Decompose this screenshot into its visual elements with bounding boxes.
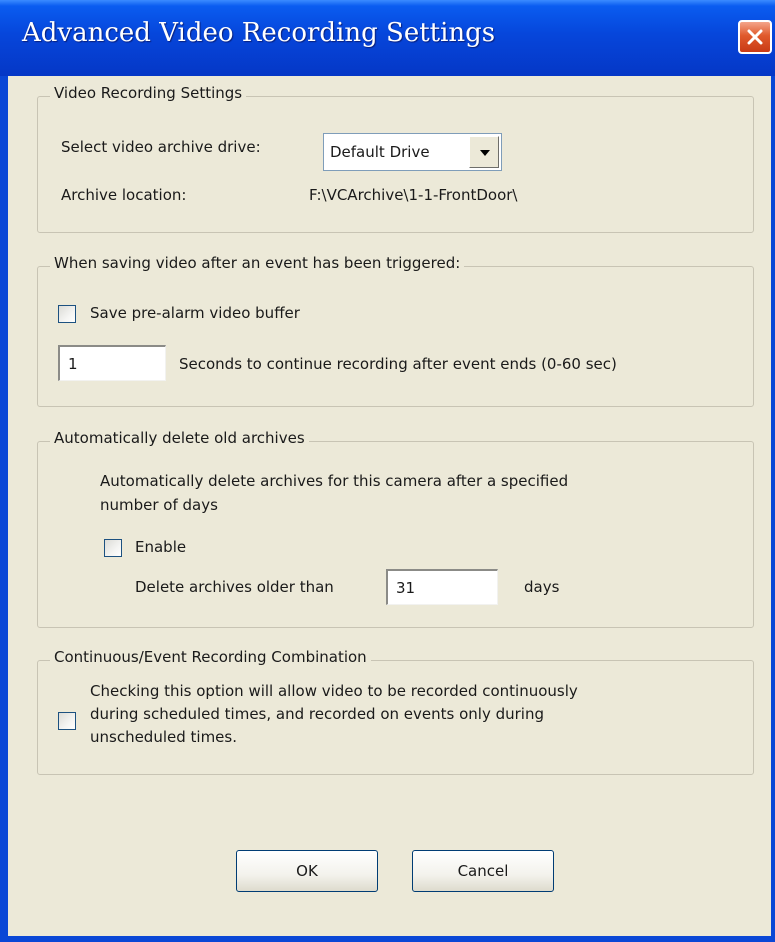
window-title: Advanced Video Recording Settings [22, 18, 496, 48]
days-unit-label: days [524, 578, 560, 596]
chevron-down-icon [480, 150, 490, 156]
days-input[interactable]: 31 [386, 569, 498, 605]
archive-location-label: Archive location: [61, 186, 187, 204]
prealarm-label: Save pre-alarm video buffer [90, 304, 300, 322]
archive-drive-dropdown[interactable]: Default Drive [323, 133, 502, 171]
cancel-button[interactable]: Cancel [412, 850, 554, 892]
archive-drive-value: Default Drive [330, 143, 430, 161]
combination-option-line3: unscheduled times. [90, 728, 237, 746]
archive-location-value: F:\VCArchive\1-1-FrontDoor\ [309, 186, 518, 204]
combination-option-line2: during scheduled times, and recorded on … [90, 705, 544, 723]
title-bar[interactable]: Advanced Video Recording Settings [0, 0, 775, 76]
dialog-window: Advanced Video Recording Settings Video … [0, 0, 775, 942]
auto-delete-group: Automatically delete old archives Automa… [37, 429, 754, 628]
close-x-icon [747, 29, 763, 45]
dialog-body: Video Recording Settings Select video ar… [8, 76, 771, 936]
close-button[interactable] [738, 20, 772, 54]
combination-option-line1: Checking this option will allow video to… [90, 682, 578, 700]
auto-delete-legend: Automatically delete old archives [50, 429, 309, 447]
combination-legend: Continuous/Event Recording Combination [50, 648, 371, 666]
combination-checkbox[interactable] [58, 712, 76, 730]
event-saving-group: When saving video after an event has bee… [37, 254, 754, 407]
drive-label: Select video archive drive: [61, 138, 261, 156]
combination-group: Continuous/Event Recording Combination C… [37, 648, 754, 775]
seconds-input[interactable]: 1 [58, 345, 166, 381]
event-saving-legend: When saving video after an event has bee… [50, 254, 465, 272]
auto-delete-description-line2: number of days [100, 496, 218, 514]
enable-checkbox[interactable] [104, 539, 122, 557]
prealarm-checkbox[interactable] [58, 305, 76, 323]
seconds-label: Seconds to continue recording after even… [179, 355, 617, 373]
dropdown-button[interactable] [469, 136, 499, 168]
ok-button[interactable]: OK [236, 850, 378, 892]
delete-older-label: Delete archives older than [135, 578, 334, 596]
enable-label: Enable [135, 538, 187, 556]
video-recording-group: Video Recording Settings Select video ar… [37, 84, 754, 233]
auto-delete-description-line1: Automatically delete archives for this c… [100, 472, 569, 490]
video-recording-legend: Video Recording Settings [50, 84, 247, 102]
